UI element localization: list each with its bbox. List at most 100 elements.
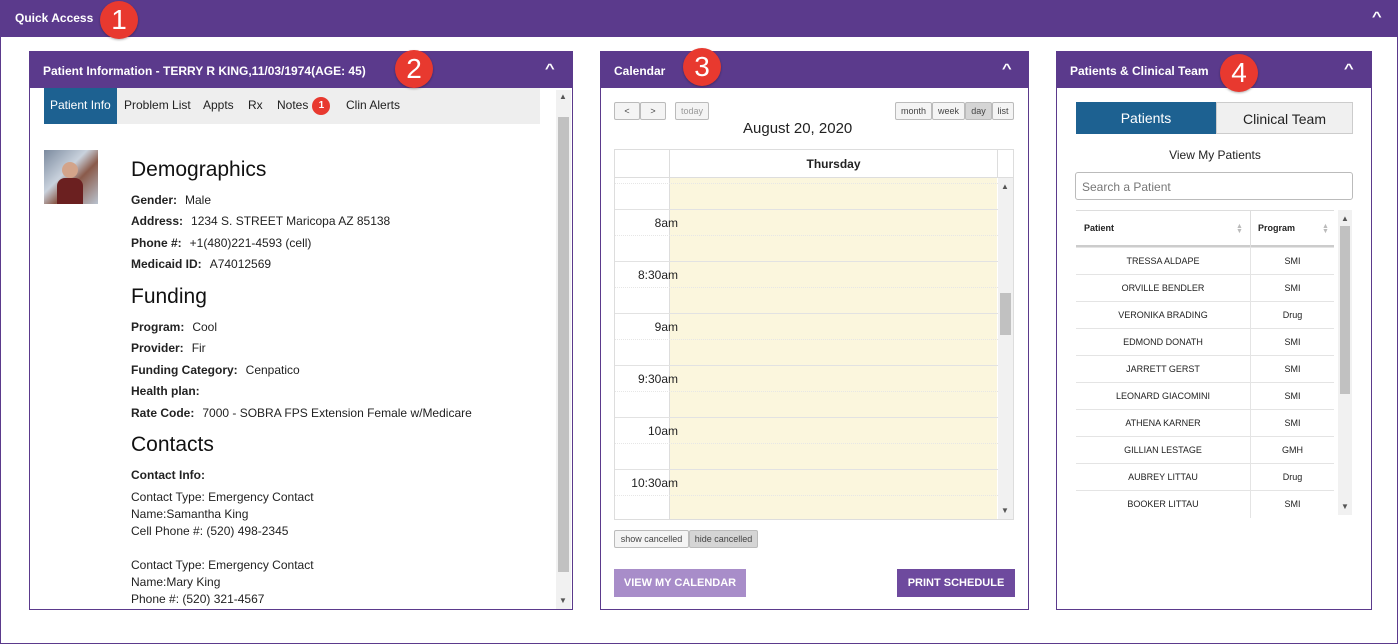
tab-notes-label: Notes <box>277 98 309 113</box>
collapse-patient-panel-icon[interactable]: ^ <box>545 61 555 76</box>
time-label-9am: 9am <box>654 320 678 334</box>
table-row[interactable]: LEONARD GIACOMINI SMI <box>1076 382 1334 410</box>
medicaid-id-field: Medicaid ID: A74012569 <box>131 257 272 271</box>
calendar-view-day[interactable]: day <box>965 102 992 120</box>
toggle-clinical-team[interactable]: Clinical Team <box>1216 102 1353 134</box>
time-label-830am: 8:30am <box>637 268 678 282</box>
notes-count-badge: 1 <box>312 97 331 115</box>
address-field: Address: 1234 S. STREET Maricopa AZ 85138 <box>131 214 391 228</box>
calendar-date-title: August 20, 2020 <box>743 120 853 137</box>
program-cell: SMI <box>1284 283 1301 293</box>
patients-panel-title: Patients & Clinical Team <box>1070 64 1209 78</box>
patient-panel-scrollbar[interactable]: ▲ ▼ <box>556 90 571 609</box>
patients-scroll-thumb[interactable] <box>1340 226 1350 394</box>
patients-table-scrollbar[interactable]: ▲ ▼ <box>1338 210 1352 515</box>
program-cell: SMI <box>1284 499 1301 509</box>
patient-photo <box>44 150 98 204</box>
table-row[interactable]: BOOKER LITTAU SMI <box>1076 490 1334 518</box>
calendar-prev-button[interactable]: < <box>614 102 640 120</box>
callout-badge-1: 1 <box>100 1 138 39</box>
program-field: Program: Cool <box>131 320 218 334</box>
patients-scroll-down-icon[interactable]: ▼ <box>1341 502 1349 511</box>
tab-appts[interactable]: Appts <box>203 98 234 112</box>
table-row[interactable]: VERONIKA BRADING Drug <box>1076 301 1334 329</box>
table-row[interactable]: JARRETT GERST SMI <box>1076 355 1334 383</box>
view-my-patients-label: View My Patients <box>1169 148 1261 162</box>
calendar-today-button[interactable]: today <box>675 102 709 120</box>
collapse-quick-access-icon[interactable]: ^ <box>1372 9 1382 24</box>
program-cell: SMI <box>1284 256 1301 266</box>
patient-name-cell[interactable]: TRESSA ALDAPE <box>1076 248 1250 275</box>
view-my-calendar-button[interactable]: VIEW MY CALENDAR <box>614 569 746 597</box>
patient-search-input[interactable]: Search a Patient <box>1075 172 1353 200</box>
table-row[interactable]: GILLIAN LESTAGE GMH <box>1076 436 1334 464</box>
callout-badge-4: 4 <box>1220 54 1258 92</box>
patient-panel-scroll-thumb[interactable] <box>558 117 569 572</box>
health-plan-field: Health plan: <box>131 384 200 398</box>
calendar-view-week[interactable]: week <box>932 102 965 120</box>
patient-name-cell[interactable]: LEONARD GIACOMINI <box>1076 383 1250 410</box>
calendar-scrollbar[interactable]: ▲ ▼ <box>998 178 1013 519</box>
tab-problem-list[interactable]: Problem List <box>124 98 191 112</box>
collapse-calendar-panel-icon[interactable]: ^ <box>1002 61 1012 76</box>
gender-field: Gender: Male <box>131 193 212 207</box>
patient-name-cell[interactable]: VERONIKA BRADING <box>1076 302 1250 329</box>
patient-name-cell[interactable]: ORVILLE BENDLER <box>1076 275 1250 302</box>
contact-2-type: Contact Type: Emergency Contact <box>131 558 314 572</box>
calendar-panel-header: Calendar ^ <box>601 52 1028 88</box>
patients-panel-header: Patients & Clinical Team ^ <box>1057 52 1371 88</box>
collapse-patients-panel-icon[interactable]: ^ <box>1344 61 1354 76</box>
tab-notes[interactable]: Notes 1 <box>277 97 331 115</box>
funding-category-field: Funding Category: Cenpatico <box>131 363 300 377</box>
patient-name-cell[interactable]: GILLIAN LESTAGE <box>1076 437 1250 464</box>
hide-cancelled-button[interactable]: hide cancelled <box>689 530 758 548</box>
patient-tabs: Patient Info Problem List Appts Rx Notes… <box>44 88 540 124</box>
table-row[interactable]: AUBREY LITTAU Drug <box>1076 463 1334 491</box>
table-row[interactable]: EDMOND DONATH SMI <box>1076 328 1334 356</box>
patients-table-header: Patient ▲ ▼ Program ▲ ▼ <box>1076 210 1334 248</box>
patient-information-panel: Patient Information - TERRY R KING,11/03… <box>29 51 573 610</box>
program-cell: SMI <box>1284 337 1301 347</box>
table-row[interactable]: ORVILLE BENDLER SMI <box>1076 274 1334 302</box>
patient-name-cell[interactable]: AUBREY LITTAU <box>1076 464 1250 491</box>
patient-name-cell[interactable]: JARRETT GERST <box>1076 356 1250 383</box>
phone-field: Phone #: +1(480)221-4593 (cell) <box>131 236 312 250</box>
contact-1-type: Contact Type: Emergency Contact <box>131 490 314 504</box>
patient-name-cell[interactable]: EDMOND DONATH <box>1076 329 1250 356</box>
contact-info-label: Contact Info: <box>131 468 205 482</box>
contact-1-phone: Cell Phone #: (520) 498-2345 <box>131 524 289 538</box>
calendar-scroll-up-icon[interactable]: ▲ <box>1001 182 1009 191</box>
sort-program-icon[interactable]: ▲ ▼ <box>1322 223 1329 235</box>
calendar-next-button[interactable]: > <box>640 102 666 120</box>
toggle-patients[interactable]: Patients <box>1076 102 1216 134</box>
time-label-1030am: 10:30am <box>631 476 678 490</box>
table-row[interactable]: TRESSA ALDAPE SMI <box>1076 247 1334 275</box>
tab-patient-info[interactable]: Patient Info <box>44 88 117 124</box>
funding-heading: Funding <box>131 285 207 308</box>
contacts-heading: Contacts <box>131 433 214 456</box>
calendar-today-column[interactable] <box>670 178 997 519</box>
scroll-down-icon[interactable]: ▼ <box>559 596 567 605</box>
calendar-scroll-thumb[interactable] <box>1000 293 1011 335</box>
calendar-day-grid: Thursday 8am 8:30am 9am 9:30am 10am 10:3… <box>614 149 1014 520</box>
tab-rx[interactable]: Rx <box>248 98 263 112</box>
patients-scroll-up-icon[interactable]: ▲ <box>1341 214 1349 223</box>
column-header-program[interactable]: Program <box>1258 223 1295 233</box>
calendar-view-list[interactable]: list <box>992 102 1014 120</box>
contact-1-name: Name:Samantha King <box>131 507 249 521</box>
print-schedule-button[interactable]: PRINT SCHEDULE <box>897 569 1015 597</box>
table-row[interactable]: ATHENA KARNER SMI <box>1076 409 1334 437</box>
patient-panel-title: Patient Information - TERRY R KING,11/03… <box>43 64 366 78</box>
scroll-up-icon[interactable]: ▲ <box>559 92 567 101</box>
sort-patient-icon[interactable]: ▲ ▼ <box>1236 223 1243 235</box>
calendar-header-row: Thursday <box>615 150 1013 178</box>
patient-name-cell[interactable]: BOOKER LITTAU <box>1076 491 1250 518</box>
contact-2-phone: Phone #: (520) 321-4567 <box>131 592 265 606</box>
patient-name-cell[interactable]: ATHENA KARNER <box>1076 410 1250 437</box>
calendar-view-month[interactable]: month <box>895 102 932 120</box>
column-header-patient[interactable]: Patient <box>1084 223 1114 233</box>
calendar-scroll-down-icon[interactable]: ▼ <box>1001 506 1009 515</box>
quick-access-bar: Quick Access ^ <box>0 0 1398 37</box>
show-cancelled-button[interactable]: show cancelled <box>614 530 689 548</box>
tab-clin-alerts[interactable]: Clin Alerts <box>346 98 400 112</box>
